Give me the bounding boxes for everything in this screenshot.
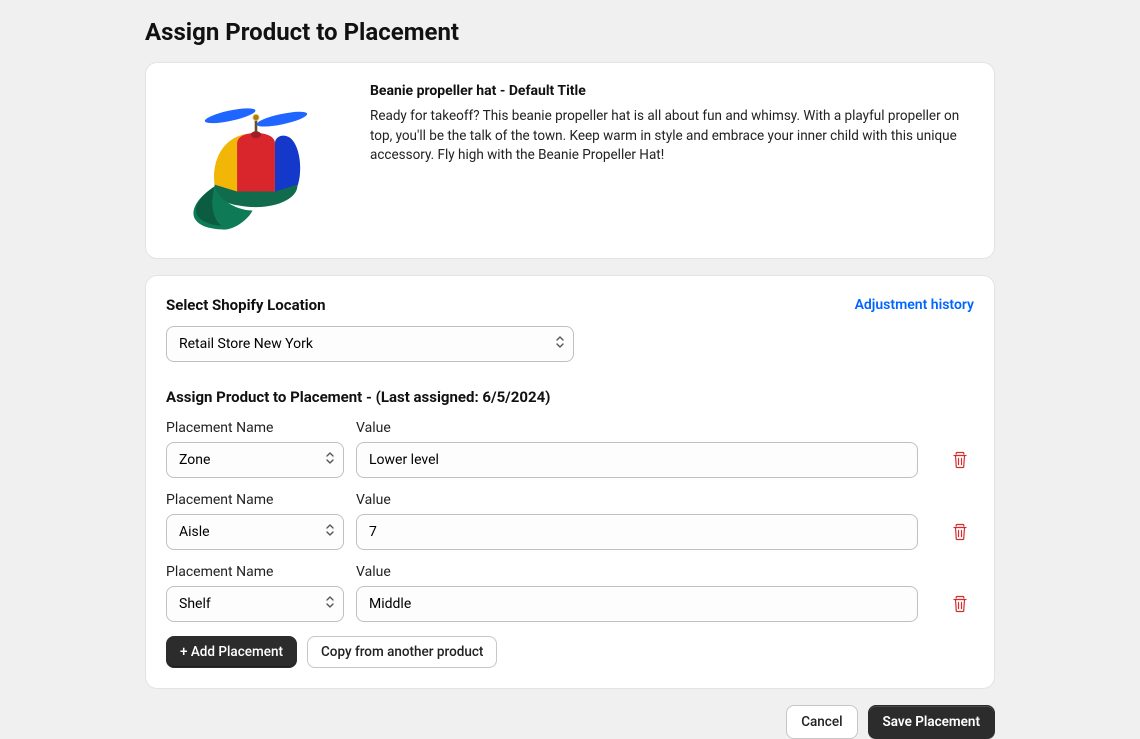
value-label: Value <box>356 564 918 580</box>
placement-name-select[interactable]: Shelf <box>166 586 344 622</box>
placement-name-select[interactable]: Aisle <box>166 514 344 550</box>
placement-name-label: Placement Name <box>166 564 344 580</box>
value-label: Value <box>356 420 918 436</box>
placement-name-label: Placement Name <box>166 420 344 436</box>
product-title: Beanie propeller hat - Default Title <box>370 83 974 99</box>
adjustment-history-link[interactable]: Adjustment history <box>855 297 974 313</box>
page-title: Assign Product to Placement <box>145 18 995 46</box>
placement-card: Select Shopify Location Adjustment histo… <box>145 275 995 689</box>
product-card: Beanie propeller hat - Default Title Rea… <box>145 62 995 259</box>
assign-section-title: Assign Product to Placement - (Last assi… <box>166 388 974 406</box>
product-image <box>166 83 346 238</box>
value-label: Value <box>356 492 918 508</box>
trash-icon <box>951 595 969 613</box>
placement-name-select[interactable]: Zone <box>166 442 344 478</box>
cancel-button[interactable]: Cancel <box>786 705 857 739</box>
delete-placement-button[interactable] <box>946 446 974 474</box>
placement-value-input[interactable] <box>357 515 917 549</box>
trash-icon <box>951 523 969 541</box>
delete-placement-button[interactable] <box>946 590 974 618</box>
placement-value-input[interactable] <box>357 587 917 621</box>
placement-name-label: Placement Name <box>166 492 344 508</box>
location-select[interactable]: Retail Store New York <box>166 326 574 362</box>
placement-row: Placement Name Zone Value <box>166 420 974 478</box>
trash-icon <box>951 451 969 469</box>
placement-row: Placement Name Aisle Value <box>166 492 974 550</box>
delete-placement-button[interactable] <box>946 518 974 546</box>
save-placement-button[interactable]: Save Placement <box>868 705 995 739</box>
location-label: Select Shopify Location <box>166 296 326 314</box>
placement-value-input[interactable] <box>357 443 917 477</box>
product-description: Ready for takeoff? This beanie propeller… <box>370 107 974 166</box>
placement-row: Placement Name Shelf Value <box>166 564 974 622</box>
